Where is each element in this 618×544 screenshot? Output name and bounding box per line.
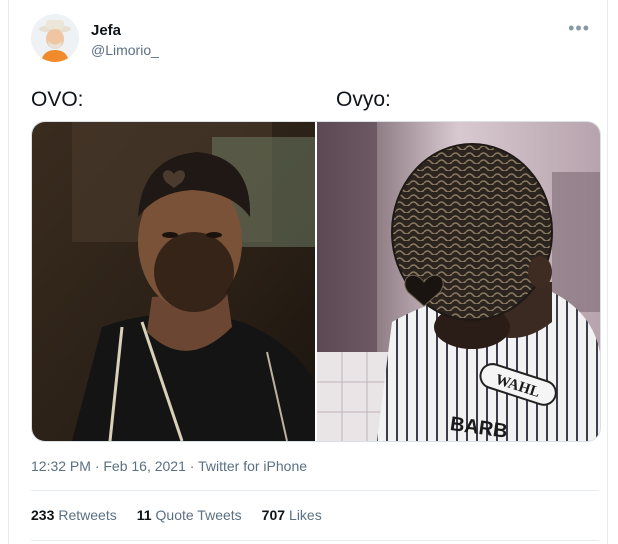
quotes-label: Quote Tweets [155,507,242,523]
tweet-text-left: OVO: [31,88,84,111]
likes-count: 707 [261,507,286,523]
tweet-meta: 12:32 PM · Feb 16, 2021 · Twitter for iP… [31,458,307,474]
left-photo [32,122,315,441]
tweet-card: Jefa @Limorio_ ••• OVO: Ovyo: WAHL BARB … [8,0,608,544]
quotes-stat[interactable]: 11 Quote Tweets [137,507,242,523]
tweet-stats: 233 Retweets 11 Quote Tweets 707 Likes [31,507,322,523]
likes-stat[interactable]: 707 Likes [262,507,322,523]
tweet-media[interactable]: WAHL BARB [31,121,601,442]
retweets-label: Retweets [58,507,117,523]
user-handle[interactable]: @Limorio_ [91,42,159,58]
tweet-text-right: Ovyo: [336,88,391,111]
meta-separator: · [189,458,195,474]
right-photo: WAHL BARB [317,122,600,441]
retweets-count: 233 [31,507,55,523]
source-label[interactable]: Twitter for iPhone [198,458,307,474]
timestamp[interactable]: 12:32 PM · Feb 16, 2021 [31,458,186,474]
avatar-illustration [31,14,79,62]
divider-bottom [31,540,599,541]
avatar[interactable] [31,14,79,62]
quotes-count: 11 [136,507,152,523]
more-horizontal-icon[interactable]: ••• [568,18,590,39]
display-name[interactable]: Jefa [91,22,121,39]
likes-label: Likes [289,507,322,523]
retweets-stat[interactable]: 233 Retweets [31,507,117,523]
divider-top [31,490,599,491]
